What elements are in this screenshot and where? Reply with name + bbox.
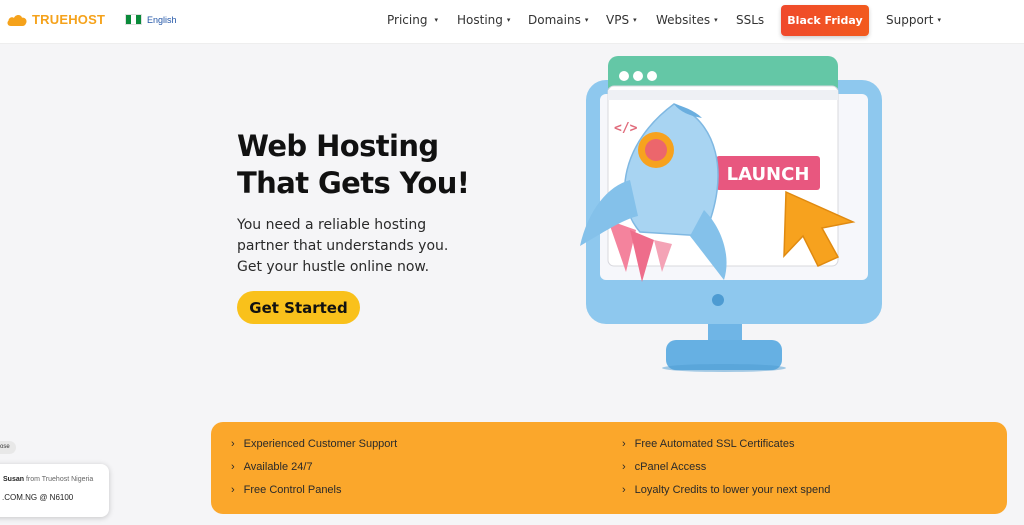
nav-domains[interactable]: Domains ▾ xyxy=(528,13,588,27)
toast-close-button[interactable]: ose xyxy=(0,441,16,454)
nav-domains-label: Domains xyxy=(528,13,581,27)
hero-title-line-2: That Gets You! xyxy=(237,166,470,200)
features-panel xyxy=(211,422,1007,514)
caret-down-icon: ▾ xyxy=(714,16,718,24)
nav-ssls[interactable]: SSLs xyxy=(736,13,764,27)
language-selector[interactable]: English xyxy=(125,14,177,25)
chevron-right-icon: › xyxy=(231,461,235,473)
caret-down-icon: ▾ xyxy=(584,16,589,24)
rocket-window xyxy=(645,139,667,161)
feature-label: Loyalty Credits to lower your next spend xyxy=(634,484,831,496)
logo[interactable]: TRUEHOST xyxy=(6,12,105,27)
cloud-icon xyxy=(7,14,27,26)
feature-label: Free Automated SSL Certificates xyxy=(634,438,795,450)
nav-hosting[interactable]: Hosting ▾ xyxy=(457,13,510,27)
language-label: English xyxy=(147,14,177,25)
nav-support[interactable]: Support ▾ xyxy=(886,13,941,27)
feature-item: › Free Control Panels xyxy=(231,484,342,496)
nav-ssls-label: SSLs xyxy=(736,13,765,27)
feature-label: Free Control Panels xyxy=(243,484,342,496)
caret-down-icon: ▾ xyxy=(633,16,637,24)
feature-item: › Available 24/7 xyxy=(231,461,313,473)
window-dot-icon xyxy=(633,71,643,81)
nav-vps[interactable]: VPS ▾ xyxy=(606,13,637,27)
monitor-power-dot xyxy=(712,294,724,306)
nav-websites-label: Websites xyxy=(656,13,711,27)
hero-subtitle-line-1: You need a reliable hosting xyxy=(237,217,427,233)
hero-title-line-1: Web Hosting xyxy=(237,129,439,163)
caret-down-icon: ▾ xyxy=(434,16,438,24)
nav-websites[interactable]: Websites ▾ xyxy=(656,13,718,27)
hero-subtitle-line-3: Get your hustle online now. xyxy=(237,259,430,275)
feature-label: cPanel Access xyxy=(634,461,707,473)
toast-header: Susan from Truehost Nigeria xyxy=(3,476,93,483)
nav-hosting-label: Hosting xyxy=(457,13,503,27)
feature-item: › Experienced Customer Support xyxy=(231,438,397,450)
nav-pricing-label: Pricing xyxy=(387,13,428,27)
caret-down-icon: ▾ xyxy=(506,16,511,24)
toast-from-text: from Truehost Nigeria xyxy=(25,476,94,483)
chevron-right-icon: › xyxy=(622,461,626,473)
nav-vps-label: VPS xyxy=(606,13,630,27)
hero-title: Web Hosting That Gets You! xyxy=(237,128,470,202)
hero-subtitle-line-2: partner that understands you. xyxy=(237,238,449,254)
hero-illustration: </> LAUNCH xyxy=(580,56,882,372)
code-icon: </> xyxy=(614,121,638,136)
launch-label: LAUNCH xyxy=(727,164,810,185)
feature-label: Available 24/7 xyxy=(243,461,313,473)
nav-pricing[interactable]: Pricing ▾ xyxy=(387,13,438,27)
caret-down-icon: ▾ xyxy=(937,16,941,24)
logo-text: TRUEHOST xyxy=(32,12,106,27)
chevron-right-icon: › xyxy=(231,438,235,450)
navbar: TRUEHOST English Pricing ▾ Hosting ▾ Dom… xyxy=(0,0,1024,44)
feature-item: › Loyalty Credits to lower your next spe… xyxy=(622,484,830,496)
nigeria-flag-icon xyxy=(125,14,142,25)
feature-label: Experienced Customer Support xyxy=(243,438,398,450)
chevron-right-icon: › xyxy=(231,484,235,496)
sales-notification-toast: Susan from Truehost Nigeria .COM.NG @ N6… xyxy=(0,464,109,517)
window-dot-icon xyxy=(647,71,657,81)
chevron-right-icon: › xyxy=(622,484,626,496)
window-dot-icon xyxy=(619,71,629,81)
toast-customer-name: Susan xyxy=(3,476,25,483)
chevron-right-icon: › xyxy=(622,438,626,450)
toast-purchase: .COM.NG @ N6100 xyxy=(2,493,74,502)
feature-item: › cPanel Access xyxy=(622,461,706,473)
black-friday-button[interactable]: Black Friday xyxy=(781,5,869,36)
feature-item: › Free Automated SSL Certificates xyxy=(622,438,794,450)
nav-support-label: Support xyxy=(886,13,934,27)
get-started-button[interactable]: Get Started xyxy=(237,291,360,324)
hero-subtitle: You need a reliable hosting partner that… xyxy=(237,215,467,278)
